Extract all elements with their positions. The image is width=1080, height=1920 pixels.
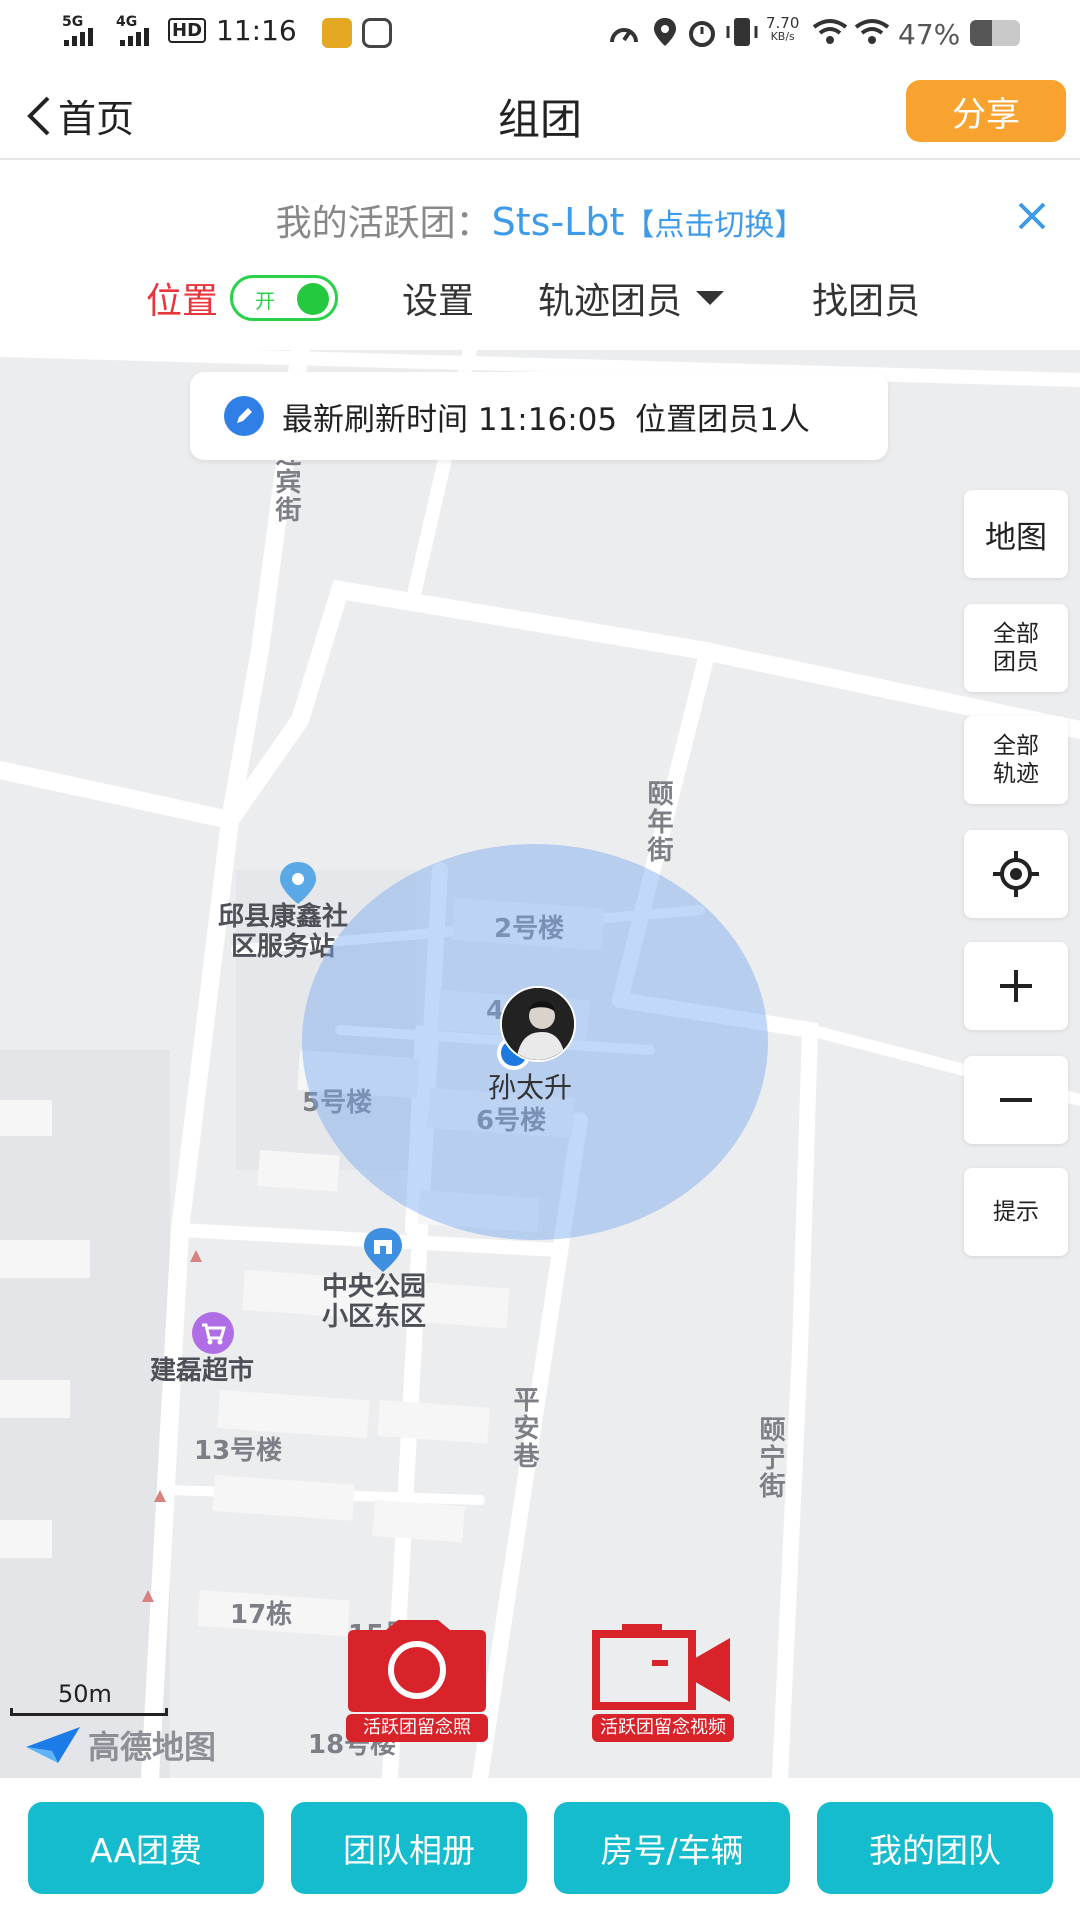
- street-label-pingan: 平安巷: [509, 1386, 539, 1470]
- group-photo-button[interactable]: 活跃团留念照: [346, 1620, 488, 1742]
- locate-target-icon: [993, 851, 1039, 897]
- all-tracks-button[interactable]: 全部 轨迹: [964, 716, 1068, 804]
- tab-location-label: 位置: [146, 281, 219, 322]
- tips-button[interactable]: 提示: [964, 1168, 1068, 1256]
- street-label-yinian: 颐年街: [643, 780, 673, 864]
- share-button[interactable]: 分享: [906, 80, 1066, 142]
- wifi-icon: [812, 19, 848, 44]
- minus-icon: [1000, 1098, 1032, 1102]
- poi-pin-icon[interactable]: [276, 860, 320, 906]
- camera-icon: [348, 1620, 486, 1712]
- building-label-13: 13号楼: [194, 1436, 283, 1466]
- toggle-text: 开: [255, 289, 276, 313]
- refresh-time: 最新刷新时间 11:16:05: [282, 401, 618, 438]
- app-notification-icon-2: [362, 18, 392, 48]
- alarm-icon: [689, 21, 715, 47]
- locate-me-button[interactable]: [964, 830, 1068, 918]
- toggle-knob: [297, 283, 330, 315]
- active-group-label: 我的活跃团：: [275, 203, 492, 244]
- hd-badge: HD: [168, 18, 207, 43]
- group-video-label: 活跃团留念视频: [592, 1714, 734, 1742]
- location-members-count: 位置团员1人: [635, 401, 810, 438]
- status-bar: 5G 4G HD 11:16 7.70 KB/s 47%: [0, 0, 1080, 66]
- close-icon[interactable]: [1012, 196, 1052, 236]
- map-layer-button[interactable]: 地图: [964, 490, 1068, 578]
- street-label-yining: 颐宁街: [755, 1416, 785, 1500]
- tab-find-members[interactable]: 找团员: [812, 272, 920, 324]
- group-photo-label: 活跃团留念照: [346, 1714, 488, 1742]
- zoom-in-button[interactable]: [964, 942, 1068, 1030]
- group-video-button[interactable]: 活跃团留念视频: [592, 1620, 734, 1742]
- map-scale: 50m: [10, 1680, 168, 1716]
- function-tabs: 位置 开 设置 轨迹团员 找团员: [0, 272, 1080, 332]
- edit-icon[interactable]: [224, 396, 264, 436]
- caret-down-icon: [696, 291, 725, 305]
- video-camera-icon: [592, 1624, 730, 1710]
- location-pin-icon: [654, 18, 676, 46]
- zoom-out-button[interactable]: [964, 1056, 1068, 1144]
- my-team-button[interactable]: 我的团队: [817, 1802, 1053, 1894]
- vibrate-icon: [726, 18, 758, 46]
- speedometer-icon: [610, 28, 638, 43]
- net-speed: 7.70 KB/s: [766, 14, 800, 44]
- poi-central-park[interactable]: 中央公园 小区东区: [322, 1272, 426, 1332]
- scale-text: 50m: [58, 1680, 112, 1708]
- clock: 11:16: [216, 14, 297, 47]
- map-view[interactable]: 迎宾街 颐年街 平安巷 颐宁街 2号楼 4 5号楼 6号楼 13号楼 17栋 1…: [0, 350, 1080, 1778]
- active-group-name[interactable]: Sts-Lbt: [492, 200, 625, 244]
- signal-icon-2: [120, 28, 149, 46]
- tab-location[interactable]: 位置 开: [146, 272, 339, 324]
- battery-icon: [970, 20, 1020, 46]
- refresh-info-card: 最新刷新时间 11:16:05 位置团员1人: [190, 372, 888, 460]
- signal-icon: [64, 28, 93, 46]
- plus-icon: [1000, 970, 1032, 1002]
- all-members-button[interactable]: 全部 团员: [964, 604, 1068, 692]
- map-provider-logo: 高德地图: [24, 1722, 216, 1768]
- active-group-row: 我的活跃团：Sts-Lbt【点击切换】: [0, 194, 1080, 246]
- team-album-button[interactable]: 团队相册: [291, 1802, 527, 1894]
- amap-logo-icon: [26, 1727, 80, 1763]
- poi-supermarket[interactable]: 建磊超市: [150, 1356, 254, 1386]
- app-notification-icon: [322, 18, 352, 48]
- location-toggle[interactable]: 开: [230, 275, 339, 321]
- wifi-icon-2: [854, 19, 890, 44]
- aa-fee-button[interactable]: AA团费: [28, 1802, 264, 1894]
- building-label-17: 17栋: [230, 1600, 293, 1630]
- tab-settings[interactable]: 设置: [402, 272, 474, 324]
- switch-group-link[interactable]: 【点击切换】: [624, 208, 804, 243]
- tab-track-members-label: 轨迹团员: [538, 281, 683, 322]
- bottom-action-bar: AA团费 团队相册 房号/车辆 我的团队: [0, 1778, 1080, 1920]
- member-avatar[interactable]: [500, 986, 576, 1062]
- residence-poi-icon[interactable]: [360, 1226, 406, 1274]
- shopping-cart-icon[interactable]: [190, 1310, 236, 1356]
- battery-percent: 47%: [898, 18, 961, 51]
- group-panel: 我的活跃团：Sts-Lbt【点击切换】 位置 开 设置 轨迹团员 找团员: [0, 162, 1080, 350]
- member-name-label: 孙太升: [488, 1071, 573, 1104]
- scale-bar: [10, 1708, 168, 1716]
- room-vehicle-button[interactable]: 房号/车辆: [554, 1802, 790, 1894]
- tab-track-members[interactable]: 轨迹团员: [538, 272, 725, 324]
- app-header: 首页 组团 分享: [0, 66, 1080, 160]
